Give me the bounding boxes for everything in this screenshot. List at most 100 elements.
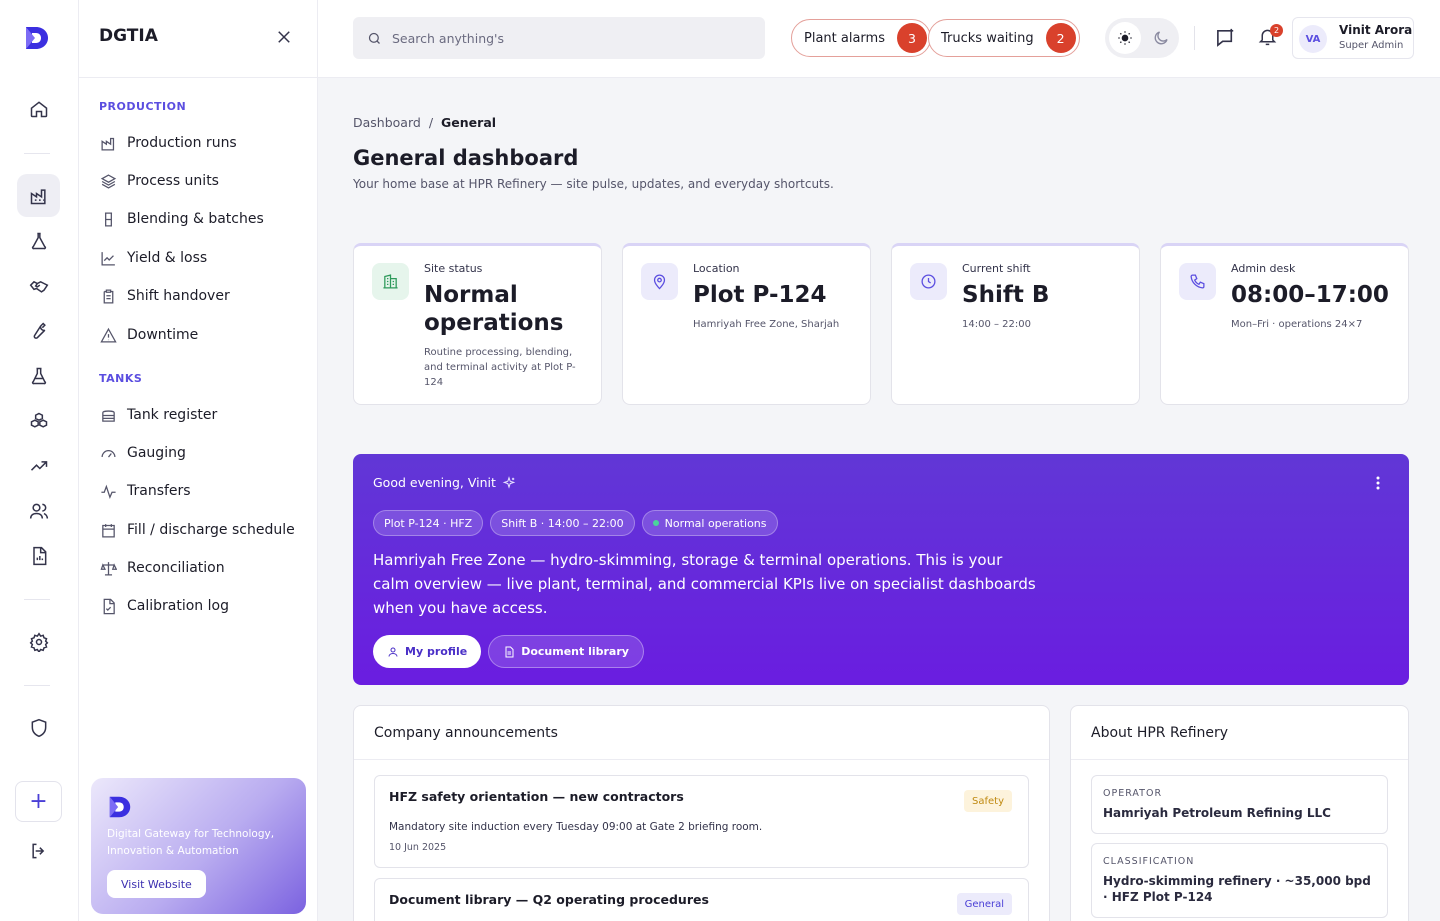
stat-card-location: Location Plot P-124 Hamriyah Free Zone, … [622,243,871,405]
wrench-icon[interactable] [17,309,60,352]
welcome-banner: Good evening, Vinit Plot P-124 · HFZ Shi… [353,454,1409,685]
page-subtitle: Your home base at HPR Refinery — site pu… [353,177,834,191]
phone-icon [1179,263,1216,300]
report-icon[interactable] [17,534,60,577]
panel-title: Company announcements [354,706,1049,760]
announcement-item[interactable]: HFZ safety orientation — new contractors… [374,775,1029,868]
my-profile-button[interactable]: My profile [373,635,482,668]
home-icon[interactable] [17,87,60,130]
shield-icon[interactable] [17,706,60,749]
announcement-date: 10 Jun 2025 [389,842,447,853]
visit-website-button[interactable]: Visit Website [107,870,206,898]
nav-item-fill-discharge-schedule[interactable]: Fill / discharge schedule [99,518,295,542]
info-key: CLASSIFICATION [1103,856,1195,867]
dgtia-logo-icon[interactable] [23,24,51,52]
announcement-item[interactable]: Document library — Q2 operating procedur… [374,878,1029,921]
tag-status: Normal operations [641,510,778,536]
nav-item-downtime[interactable]: Downtime [99,323,198,347]
close-icon[interactable] [275,28,293,46]
stat-note: Mon–Fri · operations 24×7 [1231,319,1363,330]
stat-card-site-status: Site status Normal operations Routine pr… [353,243,602,405]
chat-icon[interactable] [1215,26,1238,49]
notification-badge: 2 [1270,24,1283,37]
gear-icon[interactable] [17,620,60,663]
flask-icon[interactable] [17,219,60,262]
users-icon[interactable] [17,489,60,532]
icon-rail: + [0,0,79,921]
add-button[interactable]: + [15,781,62,822]
nav-item-label: Process units [127,173,219,189]
trucks-waiting-label: Trucks waiting [941,30,1034,46]
breadcrumb-dashboard[interactable]: Dashboard [353,115,421,130]
nav-item-production-runs[interactable]: Production runs [99,131,237,155]
moon-icon[interactable] [1145,22,1177,54]
dgtia-logo-icon [107,794,133,820]
clipboard-icon [99,287,117,305]
layers-icon [99,172,117,190]
nav-item-reconciliation[interactable]: Reconciliation [99,556,225,580]
logout-icon[interactable] [17,829,60,872]
top-bar: Plant alarms 3 Trucks waiting 2 2 VA Vin… [318,0,1440,78]
app-name: DGTIA [99,26,158,46]
factory-icon[interactable] [17,174,60,217]
stat-card-admin-desk: Admin desk 08:00–17:00 Mon–Fri · operati… [1160,243,1409,405]
nav-item-label: Transfers [127,483,191,499]
theme-toggle[interactable] [1105,18,1179,58]
trending-up-icon[interactable] [17,444,60,487]
boxes-icon[interactable] [17,399,60,442]
search-box[interactable] [353,17,765,59]
plant-alarms-label: Plant alarms [804,30,885,46]
nav-item-process-units[interactable]: Process units [99,169,219,193]
nav-item-label: Production runs [127,135,237,151]
panel-title: About HPR Refinery [1071,706,1408,760]
nav-item-yield-loss[interactable]: Yield & loss [99,246,207,270]
user-menu[interactable]: VA Vinit Arora Super Admin [1292,17,1414,59]
nav-item-transfers[interactable]: Transfers [99,479,191,503]
user-role: Super Admin [1339,40,1404,51]
nav-item-shift-handover[interactable]: Shift handover [99,284,230,308]
section-title-production: PRODUCTION [99,100,187,113]
announcement-body: Mandatory site induction every Tuesday 0… [389,821,763,833]
scale-icon [99,559,117,577]
tank-icon [99,406,117,424]
info-operator: OPERATOR Hamriyah Petroleum Refining LLC [1091,775,1388,834]
file-check-icon [99,597,117,615]
nav-item-blending-batches[interactable]: Blending & batches [99,207,264,231]
nav-item-calibration-log[interactable]: Calibration log [99,594,229,618]
trucks-waiting-count: 2 [1045,23,1076,53]
more-vertical-icon[interactable] [1375,475,1381,491]
nav-item-label: Yield & loss [127,250,208,266]
search-input[interactable] [392,30,732,46]
announcement-title: HFZ safety orientation — new contractors [389,789,684,804]
stat-value: Plot P-124 [693,282,827,308]
status-dot [652,520,659,526]
nav-item-label: Shift handover [127,288,230,304]
info-key: OPERATOR [1103,788,1163,799]
nav-item-gauging[interactable]: Gauging [99,441,186,465]
stat-label: Current shift [962,262,1031,275]
nav-item-tank-register[interactable]: Tank register [99,403,217,427]
tag-shift: Shift B · 14:00 – 22:00 [490,510,635,536]
stat-value: Shift B [962,282,1050,308]
gauge-icon [99,444,117,462]
announcement-title: Document library — Q2 operating procedur… [389,892,709,907]
nav-item-label: Gauging [127,445,186,461]
trucks-waiting-button[interactable]: Trucks waiting 2 [928,19,1080,57]
stat-note: 14:00 – 22:00 [962,319,1031,330]
greeting-text: Good evening, Vinit [373,475,496,490]
stat-note: Routine processing, blending, and termin… [424,347,576,388]
nav-item-label: Calibration log [127,598,229,614]
plant-alarms-button[interactable]: Plant alarms 3 [791,19,931,57]
sun-icon[interactable] [1109,22,1141,54]
activity-icon [99,482,117,500]
rail-divider [24,599,50,600]
beaker-icon[interactable] [17,354,60,397]
cylinder-icon [99,210,117,228]
document-library-button[interactable]: Document library [488,635,644,668]
rail-divider [24,153,50,154]
tag-status-label: Normal operations [664,516,767,530]
handshake-icon[interactable] [17,264,60,307]
document-library-label: Document library [521,645,629,658]
stat-label: Site status [424,262,483,275]
plant-alarms-count: 3 [896,23,927,53]
